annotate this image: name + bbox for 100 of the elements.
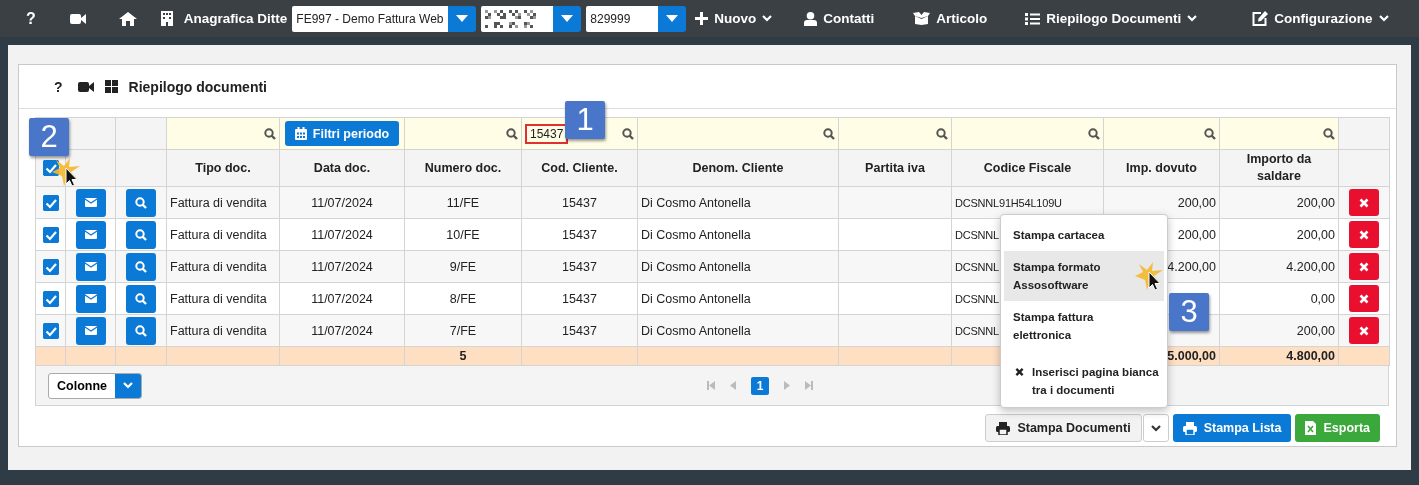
search-button[interactable] <box>126 188 156 217</box>
company-select[interactable] <box>481 5 582 32</box>
printer-icon <box>996 421 1011 435</box>
table-cell: 15437 <box>562 227 597 242</box>
edit-icon <box>1252 11 1269 26</box>
menu-item[interactable]: Stampa cartacea <box>1004 219 1164 251</box>
close-icon <box>1359 293 1369 304</box>
nav-menu-item[interactable]: Configurazione <box>1252 11 1389 26</box>
table-cell: 11/FE <box>446 195 480 210</box>
close-icon <box>1359 229 1369 240</box>
nav-menu-item[interactable]: Riepilogo Documenti <box>1025 11 1198 26</box>
table-cell: DCSNNL <box>955 228 1000 241</box>
search-icon[interactable] <box>936 127 948 140</box>
period-filter-button[interactable]: Filtri periodo <box>284 121 400 147</box>
grid-icon <box>104 80 118 94</box>
video-button[interactable] <box>69 12 86 25</box>
caret-icon <box>666 15 679 22</box>
company-menu[interactable]: Anagrafica Ditte <box>160 11 288 26</box>
table-cell: 15437 <box>562 323 597 338</box>
envelope-icon <box>84 326 97 336</box>
menu-item[interactable]: Stampa fattura elettronica <box>1004 301 1164 351</box>
close-icon <box>1015 367 1024 377</box>
row-checkbox[interactable] <box>42 322 59 339</box>
user-icon <box>804 11 818 26</box>
search-icon <box>135 196 147 209</box>
table-cell: Di Cosmo Antonella <box>641 323 751 338</box>
table-cell: DCSNNL91H54L109U <box>955 196 1062 209</box>
spreadsheet-file-icon <box>1305 421 1317 436</box>
nav-menu-item[interactable]: Nuovo <box>695 11 773 26</box>
table-cell: 4.200,00 <box>1167 259 1216 274</box>
table-cell: Di Cosmo Antonella <box>641 195 751 210</box>
nav-menu-item[interactable]: Articolo <box>913 11 988 26</box>
search-button[interactable] <box>126 284 156 313</box>
search-icon <box>135 260 147 273</box>
delete-button[interactable] <box>1349 189 1379 217</box>
table-cell: 4.200,00 <box>1286 259 1335 274</box>
menu-item[interactable]: Inserisci pagina bianca tra i documenti <box>1004 359 1164 403</box>
table-cell: 200,00 <box>1177 195 1216 210</box>
row-checkbox[interactable] <box>42 258 59 275</box>
total-cell: 4.800,00 <box>1286 349 1335 364</box>
dropdown-toggle-button[interactable] <box>1142 414 1169 443</box>
nav-menu-item[interactable]: Contatti <box>804 11 875 26</box>
row-checkbox[interactable] <box>42 290 59 307</box>
email-button[interactable] <box>75 220 106 249</box>
delete-button[interactable] <box>1349 221 1379 249</box>
table-cell: 11/07/2024 <box>311 323 373 338</box>
table-cell: 200,00 <box>1296 227 1335 242</box>
menu-item-label: Inserisci pagina bianca tra i documenti <box>1032 365 1160 398</box>
search-icon[interactable] <box>1088 127 1100 140</box>
help-button[interactable]: ? <box>26 9 36 28</box>
search-icon[interactable] <box>264 127 276 140</box>
search-icon[interactable] <box>506 127 518 140</box>
table-cell: 15437 <box>562 291 597 306</box>
page-button[interactable]: 1 <box>751 376 769 395</box>
search-icon[interactable] <box>823 127 835 140</box>
table-cell: 200,00 <box>1177 227 1216 242</box>
select-all-checkbox[interactable] <box>42 160 59 177</box>
step-number-badge: 1 <box>565 101 605 139</box>
close-icon <box>1359 261 1369 272</box>
email-button[interactable] <box>75 252 106 281</box>
video-camera-icon[interactable] <box>77 80 94 93</box>
caret-icon <box>561 15 574 22</box>
delete-button[interactable] <box>1349 253 1379 281</box>
table-cell: DCSNNL <box>955 324 1000 337</box>
home-button[interactable] <box>118 11 137 26</box>
search-button[interactable] <box>126 220 156 249</box>
delete-button[interactable] <box>1349 285 1379 313</box>
table-cell: Di Cosmo Antonella <box>641 291 751 306</box>
email-button[interactable] <box>75 188 106 217</box>
email-button[interactable] <box>75 284 106 313</box>
table-cell: 11/07/2024 <box>311 227 373 242</box>
table-cell: Fattura di vendita <box>170 227 267 242</box>
delete-button[interactable] <box>1349 317 1379 345</box>
row-checkbox[interactable] <box>42 194 59 211</box>
table-cell: 11/07/2024 <box>311 291 373 306</box>
help-button[interactable]: ? <box>54 78 63 95</box>
home-icon <box>118 11 137 26</box>
print-documents-button[interactable]: Stampa Documenti <box>985 414 1142 443</box>
row-checkbox[interactable] <box>42 226 59 243</box>
table-cell: 11/07/2024 <box>311 195 373 210</box>
print-list-button[interactable]: Stampa Lista <box>1172 414 1292 443</box>
search-icon <box>135 228 147 241</box>
building-icon <box>160 11 173 26</box>
menu-item[interactable]: Stampa formato Assosoftware <box>1004 251 1164 301</box>
chevron-down-icon <box>1150 424 1161 432</box>
table-cell: 8/FE <box>449 291 477 306</box>
search-button[interactable] <box>126 316 156 345</box>
plus-icon <box>695 12 709 25</box>
search-button[interactable] <box>126 252 156 281</box>
table-cell: 7/FE <box>449 323 477 338</box>
table-cell: Di Cosmo Antonella <box>641 227 751 242</box>
table-cell: Di Cosmo Antonella <box>641 259 751 274</box>
email-button[interactable] <box>75 316 106 345</box>
search-icon[interactable] <box>1323 127 1335 140</box>
columns-dropdown[interactable]: Colonne <box>48 372 142 399</box>
table-cell: 10/FE <box>446 227 480 242</box>
search-icon[interactable] <box>622 127 634 140</box>
total-cell: 5.000,00 <box>1167 349 1216 364</box>
search-icon[interactable] <box>1204 127 1216 140</box>
envelope-icon <box>84 262 97 272</box>
